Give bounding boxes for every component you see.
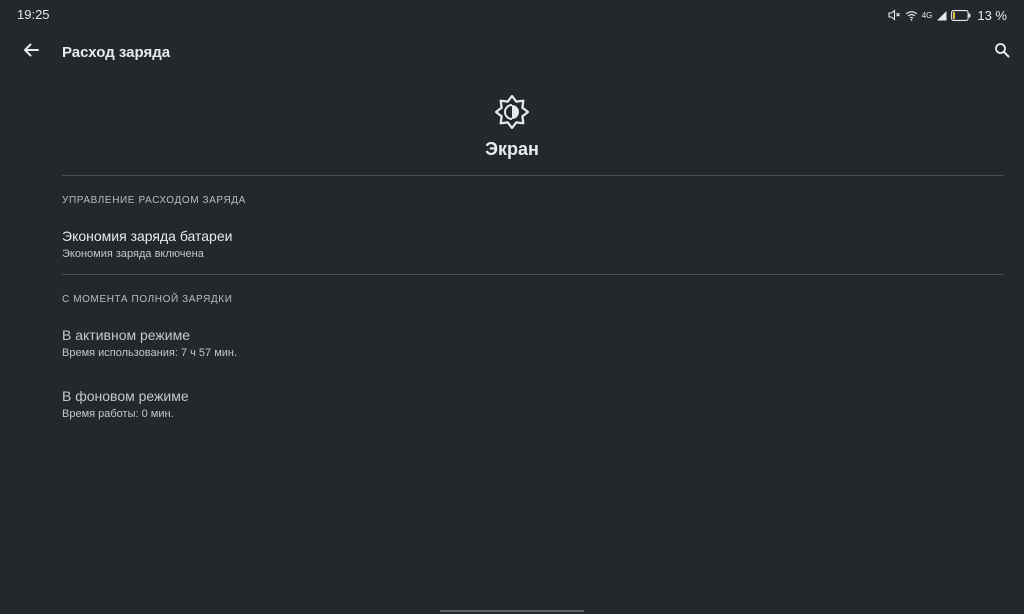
navigation-handle[interactable]	[440, 610, 584, 612]
background-usage-title: В фоновом режиме	[62, 388, 189, 404]
battery-saver-item[interactable]: Экономия заряда батареи Экономия заряда …	[0, 228, 1024, 280]
battery-saver-summary: Экономия заряда включена	[62, 248, 204, 260]
divider	[62, 175, 1004, 176]
foreground-usage-summary: Время использования: 7 ч 57 мин.	[62, 347, 238, 359]
status-icons: 4G 13 %	[888, 6, 1007, 24]
background-usage-summary: Время работы: 0 мин.	[62, 408, 174, 420]
section-header-management: Управление расходом заряда	[62, 195, 246, 206]
wifi-icon	[905, 10, 918, 21]
battery-percent: 13 %	[977, 7, 1007, 23]
brightness-icon	[494, 94, 530, 130]
foreground-usage-item: В активном режиме Время использования: 7…	[0, 327, 1024, 379]
app-header: Экран	[0, 94, 1024, 160]
battery-saver-title: Экономия заряда батареи	[62, 228, 233, 244]
page-title: Расход заряда	[62, 44, 171, 61]
background-usage-item: В фоновом режиме Время работы: 0 мин.	[0, 388, 1024, 440]
status-time: 19:25	[17, 7, 50, 22]
mute-icon	[888, 9, 901, 21]
section-header-since-full-charge: С момента полной зарядки	[62, 294, 233, 305]
signal-icon	[936, 10, 947, 21]
search-icon	[994, 42, 1010, 63]
search-button[interactable]	[988, 38, 1016, 66]
app-bar: Расход заряда	[0, 30, 1024, 76]
back-button[interactable]	[17, 38, 45, 66]
foreground-usage-title: В активном режиме	[62, 327, 191, 343]
header-title: Экран	[485, 139, 539, 159]
status-bar: 19:25 4G 13 %	[0, 0, 1024, 30]
arrow-back-icon	[22, 41, 40, 64]
battery-icon	[951, 9, 971, 21]
network-type-label: 4G	[921, 10, 933, 20]
divider	[62, 274, 1004, 275]
